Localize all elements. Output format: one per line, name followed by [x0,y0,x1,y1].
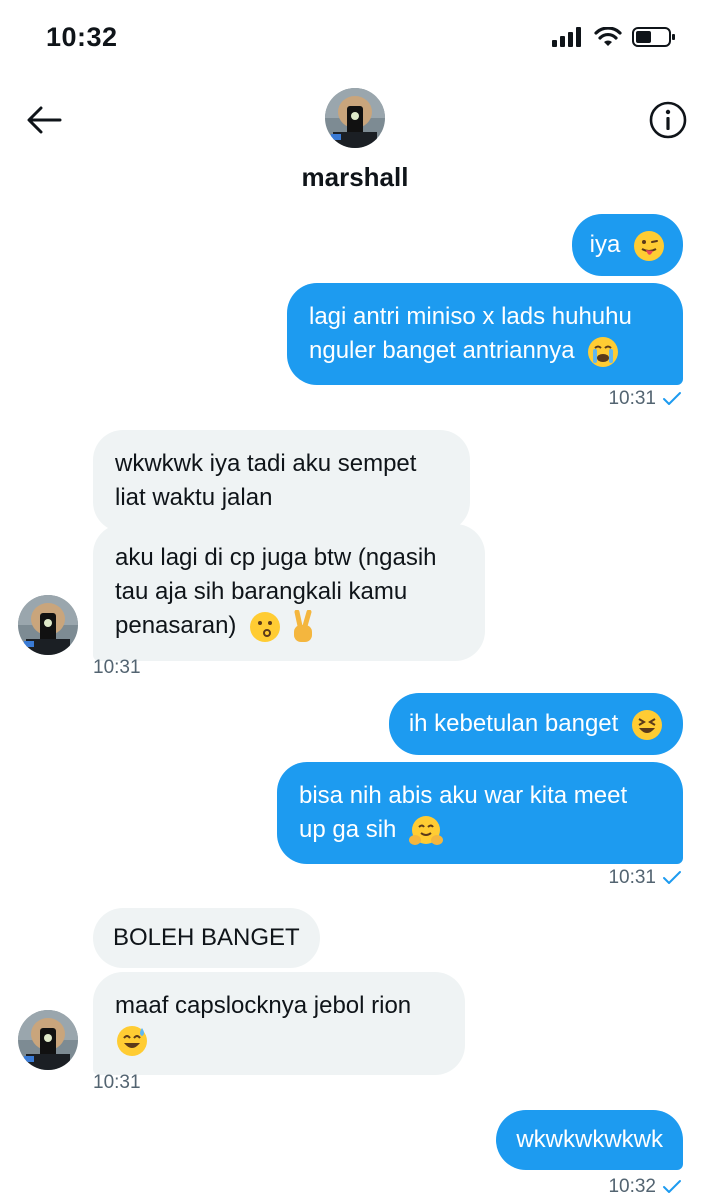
message-bubble-received[interactable]: maaf capslocknya jebol rion [93,972,465,1075]
message-meta: 10:31 [608,388,682,410]
message-text-line: nguler banget antriannya [309,334,661,368]
info-icon [649,101,687,139]
message-meta: 10:31 [93,657,141,679]
tongue-face-icon [634,230,664,261]
check-icon [663,871,681,884]
message-text-line [115,1023,443,1058]
conversation-header: marshall [0,80,710,200]
avatar-image [18,1010,78,1070]
message-text-line: lagi antri miniso x lads huhuhu [309,303,632,330]
message-bubble-sent[interactable]: bisa nih abis aku war kita meet up ga si… [277,762,683,864]
message-text-line: penasaran) [115,609,463,644]
message-text-line: up ga sih [299,813,661,847]
message-time: 10:32 [608,1176,656,1197]
message-bubble-sent[interactable]: wkwkwkwkwk [496,1110,683,1170]
laughing-face-icon [632,709,662,740]
message-text: iya [589,231,621,258]
message-text: ih kebetulan banget [408,710,619,737]
message-text: wkwkwkwkwk [516,1126,663,1153]
message-text-line: aku lagi di cp juga btw (ngasih [115,544,437,571]
message-meta: 10:32 [608,1176,682,1198]
message-time: 10:31 [608,867,656,888]
kissing-face-icon [250,611,281,642]
message-bubble-sent[interactable]: iya [571,214,683,276]
avatar-image [325,88,385,148]
message-text-line: bisa nih abis aku war kita meet [299,782,628,809]
sender-avatar[interactable] [18,595,78,655]
message-text-line: maaf capslocknya jebol rion [115,992,412,1019]
arrow-left-icon [27,106,62,134]
message-bubble-received[interactable]: wkwkwk iya tadi aku sempet liat waktu ja… [93,430,470,532]
message-time: 10:31 [93,1072,141,1093]
sender-avatar[interactable] [18,1010,78,1070]
hugging-face-icon [409,815,444,845]
back-button[interactable] [22,98,66,142]
message-time: 10:31 [608,388,656,409]
message-text-line: wkwkwk iya tadi aku sempet [115,450,417,477]
message-meta: 10:31 [608,867,682,889]
message-meta: 10:31 [93,1072,141,1094]
check-icon [663,392,681,405]
message-bubble-received[interactable]: BOLEH BANGET [93,908,320,968]
message-bubble-sent[interactable]: ih kebetulan banget [388,693,683,755]
header-avatar[interactable] [325,88,385,148]
contact-name[interactable]: marshall [0,162,710,193]
crying-face-icon [588,336,619,367]
victory-hand-icon [293,609,312,642]
status-icons [552,26,676,48]
message-bubble-sent[interactable]: lagi antri miniso x lads huhuhu nguler b… [287,283,683,385]
signal-icon [552,27,581,47]
battery-icon [632,27,675,47]
avatar-image [18,595,78,655]
status-time: 10:32 [46,22,118,52]
info-button[interactable] [646,98,690,142]
status-bar: 10:32 [0,0,710,80]
message-bubble-received[interactable]: aku lagi di cp juga btw (ngasih tau aja … [93,524,485,661]
wifi-icon [594,27,622,46]
sweat-smile-face-icon [117,1025,147,1056]
message-text-line: tau aja sih barangkali kamu [115,578,408,605]
check-icon [663,1180,681,1193]
message-text: BOLEH BANGET [113,924,300,951]
message-time: 10:31 [93,657,141,678]
message-text-line: liat waktu jalan [115,484,273,511]
